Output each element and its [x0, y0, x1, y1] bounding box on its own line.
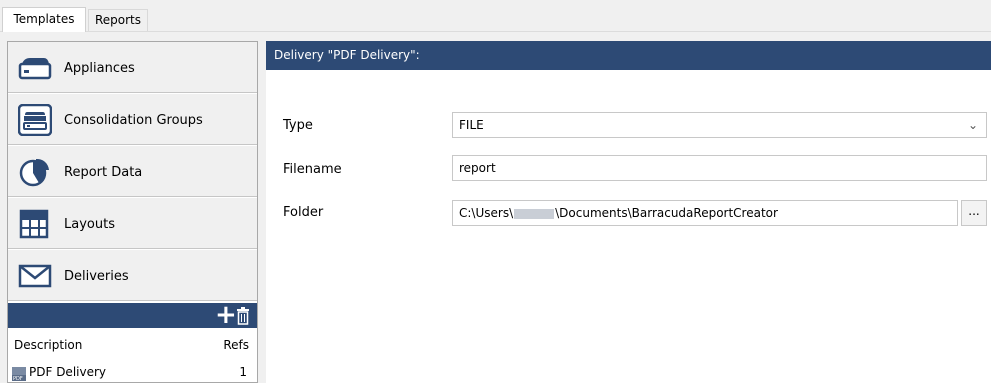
folder-label: Folder	[283, 205, 324, 220]
tab-bar: Templates Reports	[0, 0, 991, 32]
appliance-icon	[18, 58, 52, 80]
sidebar-item-consolidation-groups[interactable]: Consolidation Groups	[8, 94, 257, 145]
deliveries-toolbar: +	[8, 302, 257, 328]
filename-label: Filename	[283, 162, 342, 177]
type-select[interactable]: FILE ⌄	[452, 112, 987, 138]
list-header: Description Refs	[8, 333, 257, 359]
pie-chart-icon	[19, 158, 49, 187]
filename-field[interactable]: report	[452, 155, 987, 181]
delivery-details: Delivery "PDF Delivery": Type FILE ⌄ Fil…	[266, 41, 991, 383]
type-label: Type	[283, 118, 313, 133]
browse-folder-button[interactable]: ...	[961, 200, 987, 226]
sidebar-item-appliances[interactable]: Appliances	[8, 42, 257, 93]
filename-value: report	[459, 161, 496, 175]
sidebar-item-label: Consolidation Groups	[64, 113, 203, 128]
sidebar-item-report-data[interactable]: Report Data	[8, 146, 257, 197]
folder-path-prefix: C:\Users\	[459, 206, 514, 220]
folder-path-suffix: \Documents\BarracudaReportCreator	[555, 206, 778, 220]
grid-layout-icon	[19, 209, 49, 239]
redacted-username	[514, 208, 555, 219]
column-header-refs[interactable]: Refs	[223, 338, 249, 352]
delivery-header: Delivery "PDF Delivery":	[266, 41, 991, 70]
sidebar-item-label: Deliveries	[64, 269, 129, 284]
delivery-description: PDF Delivery	[29, 365, 107, 379]
sidebar-item-label: Appliances	[64, 61, 135, 76]
tab-reports[interactable]: Reports	[88, 9, 148, 31]
svg-text:PDF: PDF	[13, 376, 23, 381]
column-header-description[interactable]: Description	[14, 338, 82, 352]
sidebar-item-label: Layouts	[64, 217, 115, 232]
consolidation-group-icon	[18, 104, 52, 136]
chevron-down-icon: ⌄	[967, 118, 978, 132]
folder-field[interactable]: C:\Users\ \Documents\BarracudaReportCreat…	[452, 200, 958, 226]
sidebar-item-label: Report Data	[64, 165, 143, 180]
sidebar-item-deliveries[interactable]: Deliveries	[8, 250, 257, 301]
delivery-refs: 1	[239, 365, 247, 379]
add-icon[interactable]: +	[215, 302, 237, 328]
sidebar: Appliances Consolidation Groups Report D…	[7, 41, 258, 383]
type-value: FILE	[459, 118, 484, 132]
envelope-icon	[18, 264, 52, 288]
trash-icon[interactable]	[236, 307, 250, 325]
tab-templates[interactable]: Templates	[2, 7, 86, 32]
sidebar-item-layouts[interactable]: Layouts	[8, 198, 257, 249]
list-item[interactable]: PDF PDF Delivery 1	[8, 364, 257, 382]
pdf-icon: PDF	[12, 367, 26, 381]
